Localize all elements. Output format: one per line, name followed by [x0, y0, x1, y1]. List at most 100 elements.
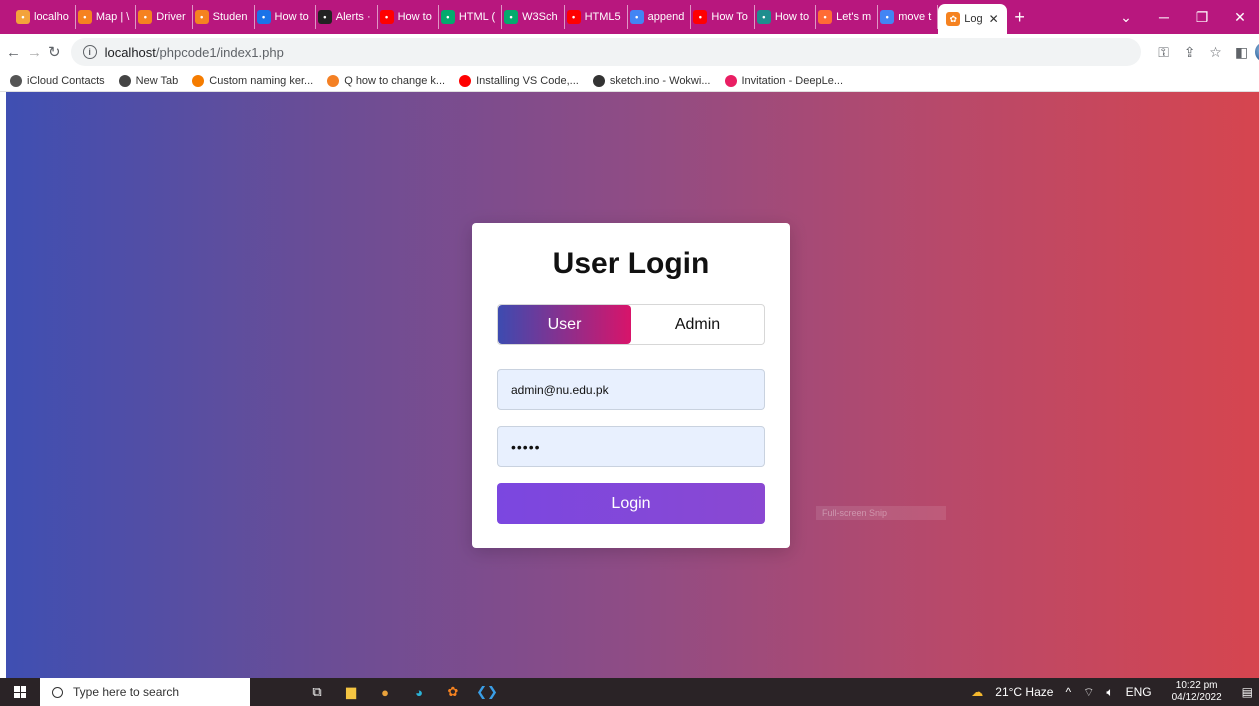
email-field[interactable]: admin@nu.edu.pk	[497, 369, 765, 410]
edge-icon[interactable]: ◕	[402, 678, 436, 706]
page-background: User Login User Admin admin@nu.edu.pk ••…	[6, 92, 1259, 678]
bookmark-item[interactable]: Custom naming ker...	[192, 74, 314, 87]
site-info-icon[interactable]: i	[82, 45, 97, 59]
browser-tab-strip: • localho • Map | \ • Driver • Studen • How to • Al…	[0, 0, 1259, 34]
star-icon[interactable]: ☆	[1203, 44, 1229, 61]
tray-overflow-icon[interactable]: ^	[1065, 685, 1071, 699]
tab-item[interactable]: • Let's m	[816, 5, 879, 29]
bookmark-label: Q how to change k...	[344, 74, 446, 87]
tab-item[interactable]: • How To	[691, 5, 755, 29]
tab-favicon-icon: •	[693, 10, 708, 24]
bookmark-item[interactable]: Installing VS Code,...	[459, 74, 579, 87]
network-icon[interactable]: ⌔	[1083, 685, 1094, 700]
tab-favicon-icon: •	[818, 10, 833, 24]
bookmark-item[interactable]: sketch.ino - Wokwi...	[592, 74, 711, 87]
bookmark-label: Invitation - DeepLe...	[741, 74, 844, 87]
key-icon[interactable]: ⚿	[1151, 44, 1177, 61]
start-button[interactable]	[0, 678, 40, 706]
reload-icon[interactable]: ↻	[48, 43, 61, 61]
tab-label: How to	[274, 11, 309, 23]
vscode-icon[interactable]: ❮❯	[470, 678, 504, 706]
bookmark-favicon-icon	[118, 74, 131, 87]
url-path: /phpcode1/index1.php	[155, 44, 284, 60]
tab-item[interactable]: • Map | \	[76, 5, 137, 29]
tab-favicon-icon: •	[440, 10, 455, 24]
close-tab-icon[interactable]: ✕	[989, 12, 999, 26]
windows-logo-icon	[14, 686, 26, 698]
bookmark-label: New Tab	[135, 74, 179, 87]
chrome-canary-icon[interactable]: ●	[368, 678, 402, 706]
tab-label: HTML (	[458, 11, 496, 23]
tab-item[interactable]: • move t	[878, 5, 939, 29]
tab-item[interactable]: • Driver	[136, 5, 193, 29]
close-window-icon[interactable]: ✕	[1221, 9, 1259, 26]
bookmark-label: Custom naming ker...	[209, 74, 314, 87]
windows-taskbar: Type here to search ⧉ ▆ ● ◕ ✿ ❮❯ ☁ 21°C …	[0, 678, 1259, 706]
bookmark-item[interactable]: New Tab	[118, 74, 179, 87]
password-field[interactable]: •••••	[497, 426, 765, 467]
bookmark-label: sketch.ino - Wokwi...	[609, 74, 711, 87]
taskbar-apps: ⧉ ▆ ● ◕ ✿ ❮❯	[300, 678, 504, 706]
bookmarks-bar: iCloud Contacts New Tab Custom naming ker.…	[0, 70, 1259, 92]
user-tab[interactable]: User	[498, 305, 631, 344]
profile-avatar[interactable]	[1254, 42, 1259, 62]
admin-tab[interactable]: Admin	[631, 305, 764, 344]
file-explorer-icon[interactable]: ▆	[334, 678, 368, 706]
restore-icon[interactable]: ❐	[1183, 9, 1221, 26]
tab-item[interactable]: • How to	[378, 5, 439, 29]
tab-item[interactable]: • How to	[255, 5, 316, 29]
weather-label[interactable]: 21°C Haze	[995, 685, 1053, 699]
role-toggle: User Admin	[497, 304, 765, 345]
tab-label: How to	[397, 11, 432, 23]
tab-item[interactable]: • Alerts ·	[316, 5, 378, 29]
bookmark-item[interactable]: Invitation - DeepLe...	[724, 74, 844, 87]
bookmark-item[interactable]: Q how to change k...	[327, 74, 446, 87]
tab-item[interactable]: • W3Sch	[502, 5, 565, 29]
minimize-icon[interactable]: ─	[1145, 9, 1183, 25]
clock-date: 04/12/2022	[1171, 692, 1222, 703]
login-title: User Login	[552, 247, 710, 280]
weather-icon: ☁	[971, 685, 984, 699]
tab-favicon-icon: •	[194, 10, 209, 24]
search-icon	[52, 686, 63, 698]
bookmark-favicon-icon	[327, 74, 340, 87]
notifications-icon[interactable]: ▤	[1242, 685, 1253, 699]
tab-favicon-icon: •	[317, 10, 332, 24]
taskbar-search[interactable]: Type here to search	[40, 678, 250, 706]
bookmark-favicon-icon	[10, 74, 22, 87]
tab-label: move t	[898, 11, 932, 23]
tab-label: How To	[711, 11, 748, 23]
volume-icon[interactable]: 🔈︎	[1106, 685, 1113, 700]
tab-favicon-icon: •	[256, 10, 271, 24]
tab-favicon-icon: •	[880, 10, 895, 24]
forward-icon[interactable]: →	[27, 44, 42, 61]
address-bar[interactable]: i localhost/phpcode1/index1.php	[70, 38, 1141, 66]
tab-item[interactable]: • How to	[755, 5, 817, 29]
bookmark-favicon-icon	[724, 74, 737, 87]
login-button[interactable]: Login	[497, 483, 765, 524]
tab-item[interactable]: • HTML (	[439, 5, 503, 29]
tab-favicon-icon: •	[77, 10, 92, 24]
share-icon[interactable]: ⇪	[1177, 44, 1203, 61]
tab-label: How to	[774, 11, 810, 23]
tab-item[interactable]: • append	[628, 5, 692, 29]
tab-item[interactable]: • localho	[14, 5, 76, 29]
clock[interactable]: 10:22 pm 04/12/2022	[1166, 680, 1228, 704]
bookmark-favicon-icon	[592, 74, 605, 87]
tab-item[interactable]: • HTML5	[565, 5, 628, 29]
tab-label: Map | \	[95, 11, 130, 23]
bookmark-favicon-icon	[192, 74, 205, 87]
language-indicator[interactable]: ENG	[1126, 685, 1152, 699]
bookmark-item[interactable]: iCloud Contacts	[10, 74, 105, 87]
tab-active[interactable]: ✿ Log ✕	[938, 4, 1007, 34]
tab-label: localho	[34, 11, 69, 23]
back-icon[interactable]: ←	[6, 44, 21, 61]
new-tab-button[interactable]: +	[1007, 7, 1033, 28]
side-panel-icon[interactable]: ◧	[1229, 44, 1255, 61]
tab-item[interactable]: • Studen	[193, 5, 255, 29]
xampp-icon[interactable]: ✿	[436, 678, 470, 706]
tab-search-icon[interactable]: ⌄	[1107, 9, 1145, 26]
task-view-icon[interactable]: ⧉	[300, 678, 334, 706]
browser-toolbar: ← → ↻ i localhost/phpcode1/index1.php ⚿ …	[0, 34, 1259, 70]
tab-favicon-icon: •	[629, 10, 644, 24]
